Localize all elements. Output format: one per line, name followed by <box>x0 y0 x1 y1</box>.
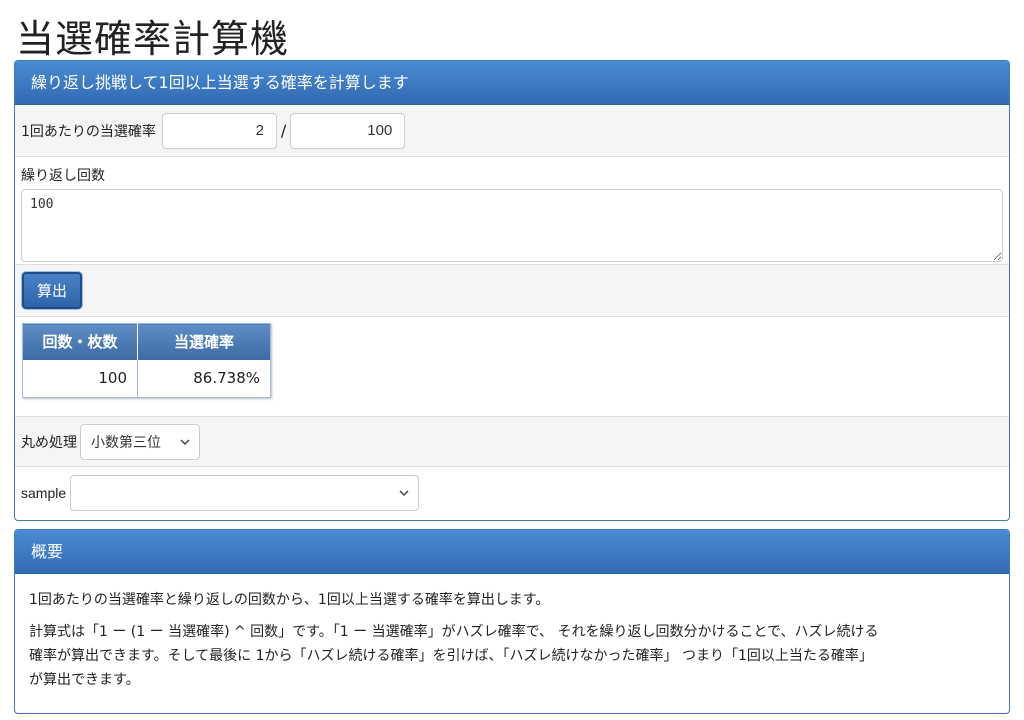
page: 当選確率計算機 繰り返し挑戦して1回以上当選する確率を計算します 1回あたりの当… <box>0 0 1024 714</box>
rounding-selected-value: 小数第三位 <box>91 434 161 451</box>
repeat-label: 繰り返し回数 <box>21 168 105 184</box>
rate-denominator-input[interactable] <box>290 112 406 149</box>
calculator-panel: 繰り返し挑戦して1回以上当選する確率を計算します 1回あたりの当選確率 / 繰り… <box>14 60 1010 521</box>
result-row: 回数・枚数 当選確率 100 86.738% <box>15 317 1009 417</box>
rate-numerator-input[interactable] <box>161 112 277 149</box>
summary-paragraph-2-line-3: が算出できます。 <box>29 672 140 688</box>
result-probability-cell: 86.738% <box>137 359 271 398</box>
result-header-probability: 当選確率 <box>137 323 271 360</box>
summary-panel: 概要 1回あたりの当選確率と繰り返しの回数から、1回以上当選する確率を算出します… <box>14 529 1010 714</box>
summary-panel-heading: 概要 <box>15 530 1009 574</box>
result-header-count: 回数・枚数 <box>22 323 138 360</box>
calc-button-row: 算出 <box>15 265 1009 317</box>
result-count-cell: 100 <box>22 359 138 398</box>
table-row: 100 86.738% <box>22 359 271 398</box>
summary-body: 1回あたりの当選確率と繰り返しの回数から、1回以上当選する確率を算出します。 計… <box>15 574 1009 706</box>
summary-paragraph-2-line-2: 確率が算出できます。そして最後に 1から「ハズレ続ける確率」を引けば、「ハズレ続… <box>29 648 873 664</box>
summary-paragraph-2: 計算式は「1 ー (1 ー 当選確率) ^ 回数」です。「1 ー 当選確率」がハ… <box>29 620 995 692</box>
summary-paragraph-1: 1回あたりの当選確率と繰り返しの回数から、1回以上当選する確率を算出します。 <box>29 592 550 608</box>
rounding-row: 丸め処理 小数第三位 <box>15 417 1009 467</box>
chevron-down-icon <box>399 490 409 497</box>
calculator-panel-heading: 繰り返し挑戦して1回以上当選する確率を計算します <box>15 61 1009 105</box>
result-table: 回数・枚数 当選確率 100 86.738% <box>22 323 271 398</box>
rate-label: 1回あたりの当選確率 <box>21 123 156 140</box>
repeat-row: 繰り返し回数 100 <box>15 157 1009 265</box>
chevron-down-icon <box>180 438 190 445</box>
page-title: 当選確率計算機 <box>16 17 290 61</box>
rounding-label: 丸め処理 <box>21 434 77 451</box>
rounding-select[interactable]: 小数第三位 <box>80 423 200 460</box>
rate-separator: / <box>280 121 287 140</box>
calculate-button[interactable]: 算出 <box>22 272 83 309</box>
sample-select[interactable] <box>70 475 420 511</box>
sample-row: sample <box>15 467 1009 519</box>
rate-row: 1回あたりの当選確率 / <box>15 105 1009 157</box>
summary-paragraph-2-line-1: 計算式は「1 ー (1 ー 当選確率) ^ 回数」です。「1 ー 当選確率」がハ… <box>29 624 879 640</box>
sample-label: sample <box>21 485 67 501</box>
repeat-count-textarea[interactable]: 100 <box>21 189 1003 262</box>
result-table-header-row: 回数・枚数 当選確率 <box>22 323 271 360</box>
